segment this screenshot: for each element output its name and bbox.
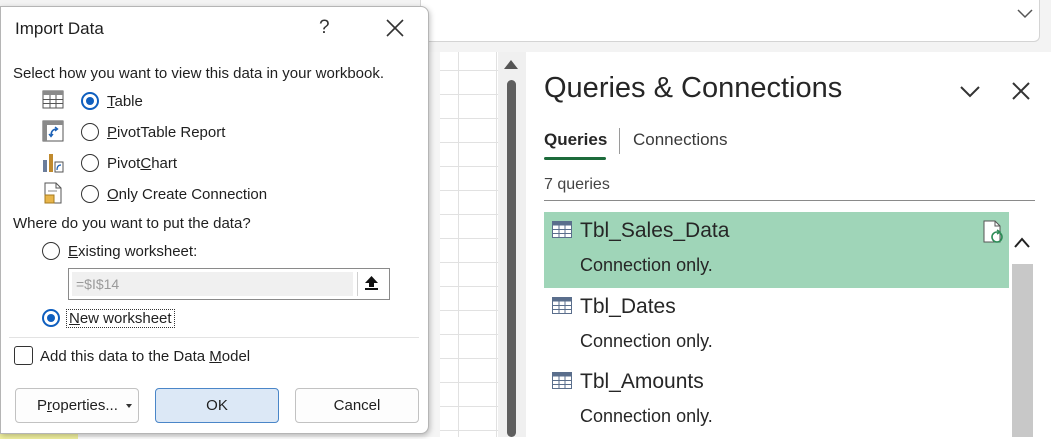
- label-text: hart: [151, 155, 178, 172]
- access-key: P: [107, 124, 118, 141]
- scroll-up-arrow-icon[interactable]: [504, 60, 518, 69]
- help-button[interactable]: ?: [319, 17, 330, 39]
- option-connection-label[interactable]: Only Create Connection: [107, 186, 267, 203]
- pane-title: Queries & Connections: [544, 72, 843, 104]
- cell-reference-box: [68, 268, 390, 300]
- location-prompt: Where do you want to put the data?: [13, 215, 251, 232]
- cell-reference-input[interactable]: [72, 272, 353, 296]
- query-status: Connection only.: [580, 331, 713, 351]
- ok-button[interactable]: OK: [155, 388, 279, 423]
- option-table-label[interactable]: Table: [107, 93, 143, 110]
- label-text: ew worksheet: [79, 310, 172, 327]
- query-status: Connection only.: [580, 255, 713, 275]
- query-list-scrollbar[interactable]: [1009, 212, 1035, 437]
- worksheet-vertical-scrollbar[interactable]: [498, 52, 526, 437]
- collapse-dialog-button[interactable]: [357, 272, 386, 296]
- pivotchart-icon: [43, 154, 64, 173]
- new-worksheet-label[interactable]: New worksheet: [66, 309, 175, 328]
- query-status: Connection only.: [580, 406, 713, 426]
- option-pivottable-label[interactable]: PivotTable Report: [107, 124, 225, 141]
- label-text: able: [114, 93, 143, 110]
- tab-connections[interactable]: Connections: [633, 130, 728, 150]
- tab-queries[interactable]: Queries: [544, 130, 607, 160]
- radio-pivotchart[interactable]: [81, 154, 99, 172]
- queries-connections-pane: Queries & Connections Queries Connection…: [526, 52, 1051, 437]
- formula-bar[interactable]: [420, 0, 1040, 42]
- query-item-tbl-dates[interactable]: Tbl_Dates Connection only.: [544, 288, 1009, 364]
- scroll-up-chevron-icon[interactable]: [1013, 236, 1031, 250]
- refresh-query-icon[interactable]: [982, 220, 1004, 244]
- option-pivotchart-label[interactable]: PivotChart: [107, 155, 177, 172]
- query-item-tbl-sales-data[interactable]: Tbl_Sales_Data Connection only.: [544, 212, 1009, 288]
- label-text: xisting worksheet:: [78, 243, 198, 260]
- properties-button[interactable]: Properties...: [15, 388, 139, 423]
- close-icon[interactable]: [386, 19, 404, 37]
- query-name: Tbl_Amounts: [580, 370, 704, 393]
- existing-worksheet-label[interactable]: Existing worksheet:: [68, 243, 197, 260]
- query-name: Tbl_Dates: [580, 295, 676, 318]
- connection-only-icon: [44, 182, 62, 204]
- label-text: ivotTable Report: [117, 124, 226, 141]
- query-count: 7 queries: [544, 176, 610, 193]
- access-key: C: [140, 155, 152, 172]
- query-name: Tbl_Sales_Data: [580, 219, 730, 242]
- access-key: T: [107, 93, 115, 110]
- dialog-title: Import Data: [15, 19, 104, 38]
- label-text: operties...: [52, 397, 118, 414]
- table-icon: [552, 221, 572, 238]
- label-text: nly Create Connection: [118, 186, 268, 203]
- table-icon: [552, 372, 572, 389]
- view-prompt: Select how you want to view this data in…: [13, 65, 385, 82]
- radio-pivottable-report[interactable]: [81, 123, 99, 141]
- query-item-tbl-amounts[interactable]: Tbl_Amounts Connection only.: [544, 363, 1009, 437]
- import-data-dialog: Import Data ? Select how you want to vie…: [0, 6, 429, 434]
- radio-existing-worksheet[interactable]: [42, 242, 60, 260]
- radio-only-create-connection[interactable]: [81, 185, 99, 203]
- count-divider: [544, 200, 1035, 201]
- section-divider: [9, 337, 419, 338]
- table-icon: [552, 297, 572, 314]
- label-text: Pivot: [107, 155, 141, 172]
- access-key: O: [107, 186, 119, 203]
- radio-new-worksheet[interactable]: [42, 309, 60, 327]
- scrollbar-thumb[interactable]: [1012, 264, 1033, 437]
- query-list: Tbl_Sales_Data Connection only. Tbl_Date…: [544, 212, 1009, 437]
- pane-close-icon[interactable]: [1010, 80, 1032, 102]
- radio-table[interactable]: [81, 92, 99, 110]
- scrollbar-thumb[interactable]: [507, 80, 516, 437]
- table-icon: [42, 90, 64, 109]
- access-key: M: [209, 348, 222, 365]
- cancel-button[interactable]: Cancel: [295, 388, 419, 423]
- access-key: N: [69, 310, 80, 327]
- collapse-arrow-icon: [365, 276, 378, 290]
- pivottable-icon: [42, 120, 64, 142]
- label-text: odel: [221, 348, 251, 365]
- label-text: Add this data to the Data: [40, 348, 210, 365]
- data-model-checkbox[interactable]: [14, 346, 33, 365]
- access-key: E: [68, 243, 79, 260]
- pane-options-chevron-icon[interactable]: [958, 82, 982, 100]
- label-text: P: [37, 397, 48, 414]
- expand-formula-bar-icon[interactable]: [1014, 4, 1036, 22]
- tab-separator: [619, 128, 620, 154]
- data-model-label[interactable]: Add this data to the Data Model: [40, 348, 250, 365]
- dropdown-caret-icon: [126, 404, 132, 408]
